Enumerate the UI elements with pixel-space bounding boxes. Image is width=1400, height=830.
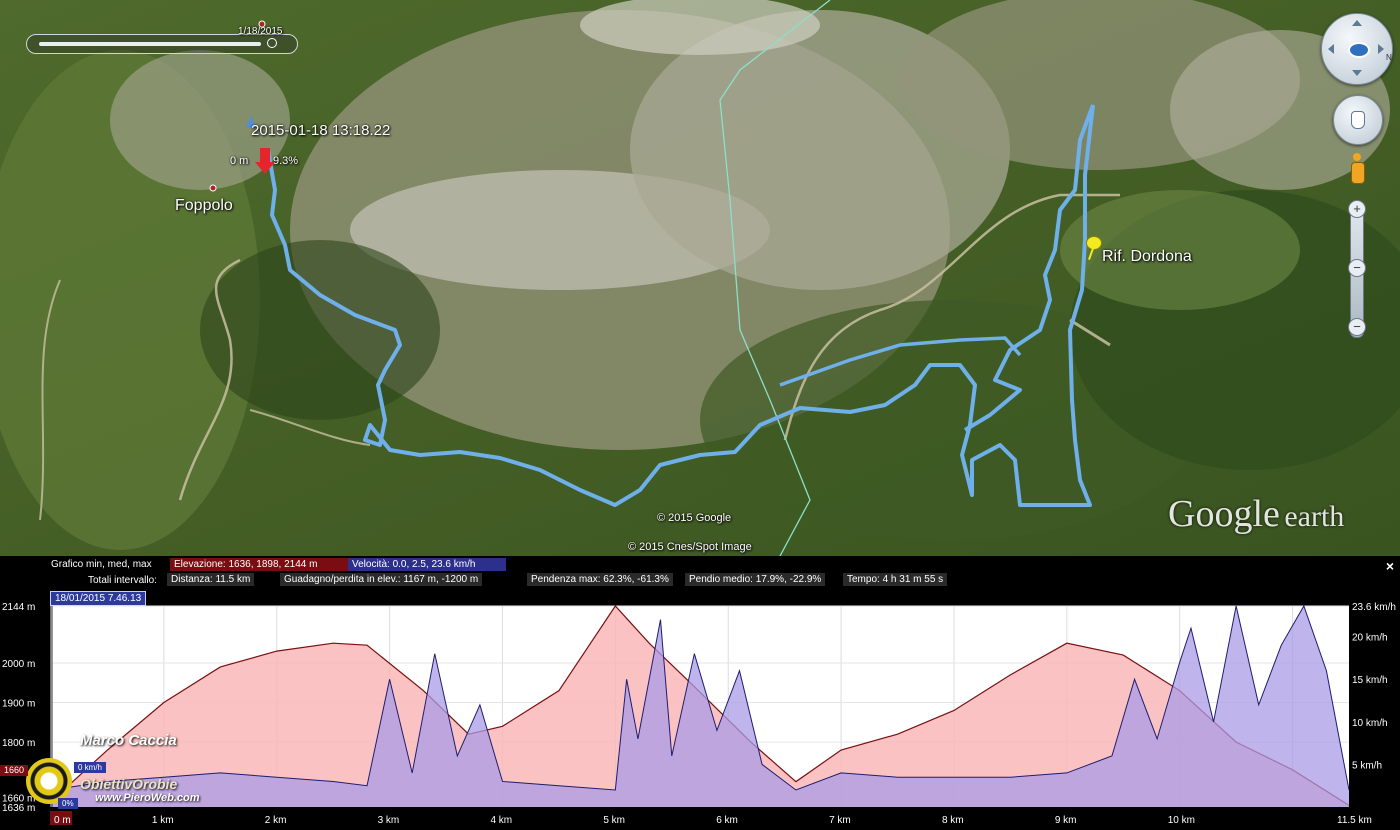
cursor-grade-readout: 0% xyxy=(58,798,78,809)
avg-slope-value: Pendio medio: 17.9%, -22.9% xyxy=(685,573,826,586)
brand-name: ObiettivOrobie xyxy=(80,776,178,792)
eye-icon xyxy=(1348,42,1370,58)
x-tick-label: 11.5 km xyxy=(1337,815,1372,826)
logo-text-google: Google xyxy=(1168,493,1280,535)
elevation-profile-panel[interactable]: Grafico min, med, max Elevazione: 1636, … xyxy=(0,556,1400,830)
zoom-in-button[interactable]: + xyxy=(1348,200,1366,218)
y-left-tick-label: 1900 m xyxy=(2,699,35,710)
distance-value: Distanza: 11.5 km xyxy=(167,573,255,586)
y-right-tick-label: 15 km/h xyxy=(1352,675,1388,686)
x-tick-label: 2 km xyxy=(265,815,287,826)
time-slider[interactable] xyxy=(26,34,298,54)
copyright-google: © 2015 Google xyxy=(657,512,732,524)
satellite-imagery xyxy=(0,0,1400,556)
gain-loss-value: Guadagno/perdita in elev.: 1167 m, -1200… xyxy=(280,573,483,586)
speed-toggle[interactable]: Velocità: 0.0, 2.5, 23.6 km/h xyxy=(348,558,506,571)
x-tick-label: 8 km xyxy=(942,815,964,826)
elevation-toggle[interactable]: Elevazione: 1636, 1898, 2144 m xyxy=(170,558,348,571)
x-tick-label: 5 km xyxy=(603,815,625,826)
cursor-arrow-head-icon xyxy=(255,162,275,174)
google-earth-logo: Google earth xyxy=(1168,492,1344,536)
chevron-left-icon[interactable] xyxy=(1328,44,1334,54)
hand-icon xyxy=(1351,111,1365,129)
time-slider-track[interactable] xyxy=(39,42,261,46)
x-tick-label: 9 km xyxy=(1055,815,1077,826)
x-tick-label: 4 km xyxy=(490,815,512,826)
y-left-tick-label: 2000 m xyxy=(2,659,35,670)
cursor-elevation-readout: 1660 xyxy=(0,765,29,776)
brand-watermark: Marco Caccia ObiettivOrobie www.PieroWeb… xyxy=(0,728,260,818)
cursor-speed-readout: 0 km/h xyxy=(74,762,107,773)
chevron-right-icon[interactable] xyxy=(1378,44,1384,54)
y-right-tick-label: 10 km/h xyxy=(1352,718,1388,729)
copyright-cnes: © 2015 Cnes/Spot Image xyxy=(628,541,752,553)
cursor-grade: 9.3% xyxy=(273,155,299,167)
map-view[interactable]: 1/18/2015 2015-01-18 13:18.22 0 m 9.3% F… xyxy=(0,0,1400,556)
author-name: Marco Caccia xyxy=(80,732,177,749)
y-right-tick-label: 5 km/h xyxy=(1352,760,1382,771)
y-left-tick-label: 2144 m xyxy=(2,602,35,613)
brand-site: www.PieroWeb.com xyxy=(95,792,200,804)
chevron-down-icon[interactable] xyxy=(1352,70,1362,76)
look-control[interactable] xyxy=(1321,13,1393,85)
totals-label: Totali intervallo: xyxy=(88,575,157,586)
north-indicator[interactable]: N xyxy=(1386,53,1392,62)
x-tick-label: 7 km xyxy=(829,815,851,826)
zoom-out-button[interactable]: − xyxy=(1348,318,1366,336)
x-tick-label: 10 km xyxy=(1168,815,1195,826)
timestamp-label: 2015-01-18 13:18.22 xyxy=(251,122,391,139)
cursor-distance: 0 m xyxy=(230,155,249,167)
move-control[interactable] xyxy=(1333,95,1383,145)
logo-text-earth: earth xyxy=(1284,500,1345,533)
chevron-up-icon[interactable] xyxy=(1352,20,1362,26)
x-tick-label: 3 km xyxy=(378,815,400,826)
graph-label: Grafico min, med, max xyxy=(51,559,152,570)
cursor-arrow-icon xyxy=(260,148,270,162)
place-label-rif-dordona[interactable]: Rif. Dordona xyxy=(1102,248,1192,266)
street-view-pegman-icon[interactable] xyxy=(1350,153,1365,187)
y-right-tick-label: 23.6 km/h xyxy=(1352,602,1396,613)
zoom-handle[interactable]: − xyxy=(1348,259,1366,277)
time-slider-knob[interactable] xyxy=(267,38,277,48)
time-value: Tempo: 4 h 31 m 55 s xyxy=(843,573,948,586)
place-label-foppolo[interactable]: Foppolo xyxy=(175,197,233,215)
y-right-tick-label: 20 km/h xyxy=(1352,633,1388,644)
x-tick-label: 6 km xyxy=(716,815,738,826)
time-slider-date: 1/18/2015 xyxy=(238,26,283,37)
close-button[interactable]: × xyxy=(1386,558,1394,574)
max-slope-value: Pendenza max: 62.3%, -61.3% xyxy=(527,573,673,586)
